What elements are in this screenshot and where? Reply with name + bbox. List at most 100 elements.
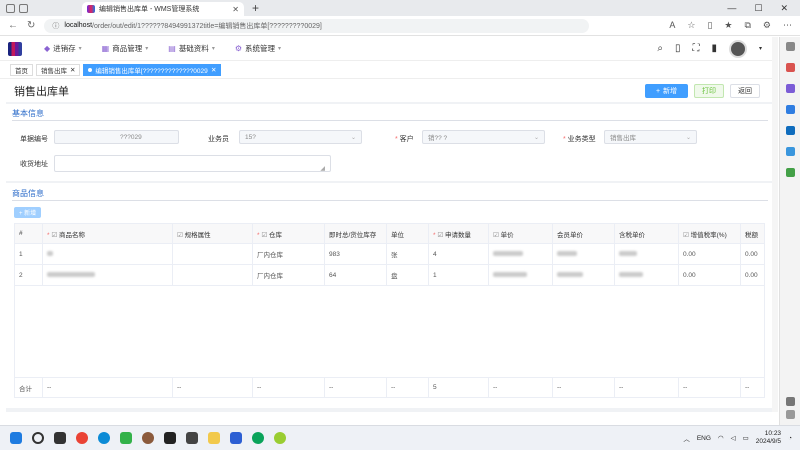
refresh-icon[interactable]: ↻: [27, 20, 35, 31]
tree-icon[interactable]: [785, 168, 795, 177]
clock[interactable]: 10:23 2024/9/5: [756, 430, 781, 446]
avatar[interactable]: [728, 39, 747, 58]
cell-price[interactable]: [488, 264, 553, 286]
new-tab-icon[interactable]: +: [252, 1, 259, 15]
fullscreen-icon[interactable]: ⛶: [692, 43, 699, 54]
cell-goods-name[interactable]: [42, 264, 173, 286]
cell-member-price: [552, 264, 615, 286]
volume-icon[interactable]: ◁: [731, 434, 736, 442]
cell-tax-rate[interactable]: 0.00: [678, 243, 741, 265]
url-field[interactable]: ⓘ localhost /order/out/edit/1??????84949…: [44, 18, 590, 33]
shopping-icon[interactable]: [785, 63, 795, 72]
browser-sidebar: [779, 37, 800, 425]
search-icon[interactable]: [785, 42, 795, 51]
sidebar-settings-icon[interactable]: [785, 410, 795, 419]
editor-icon[interactable]: [230, 432, 242, 444]
green-app-icon[interactable]: [274, 432, 286, 444]
cell-goods-name[interactable]: [42, 243, 173, 265]
notification-icon[interactable]: ◔: [788, 435, 792, 442]
menu-item-goods[interactable]: ▦ 商品管理 ▾: [92, 43, 159, 54]
profile-icon[interactable]: [6, 3, 15, 13]
chat-icon[interactable]: [252, 432, 264, 444]
office-icon[interactable]: [785, 147, 795, 156]
col-header[interactable]: * ☑ 仓库: [252, 223, 325, 244]
close-tab-icon[interactable]: ✕: [232, 5, 239, 14]
col-header[interactable]: * ☑ 申请数量: [428, 223, 489, 244]
close-icon[interactable]: ✕: [211, 66, 216, 74]
more-icon[interactable]: ⋯: [783, 20, 792, 31]
cell-warehouse[interactable]: 厂内仓库: [252, 243, 325, 265]
tag-edit-sales-out[interactable]: 编辑销售出库单[??????????????0029] ✕: [83, 64, 222, 76]
page-scrollbar[interactable]: [772, 37, 778, 412]
menu-item-basic-data[interactable]: ▤ 基础资料 ▾: [158, 43, 225, 54]
task-view-icon[interactable]: [54, 432, 66, 444]
cell-spec[interactable]: [172, 264, 253, 286]
lang-indicator[interactable]: ENG: [697, 435, 711, 442]
order-no-field[interactable]: ???029: [54, 130, 179, 144]
search-icon[interactable]: [32, 432, 44, 444]
games-icon[interactable]: [785, 105, 795, 114]
col-header[interactable]: * ☑ 商品名称: [42, 223, 173, 244]
tray-chevron-icon[interactable]: ︿: [683, 433, 690, 443]
outlook-icon[interactable]: [785, 126, 795, 135]
cell-spec[interactable]: [172, 243, 253, 265]
read-aloud-icon[interactable]: A: [669, 20, 675, 31]
tag-sales-out[interactable]: 销售出库 ✕: [36, 64, 81, 76]
col-header[interactable]: ☑ 单价: [488, 223, 553, 244]
maximize-button[interactable]: ☐: [754, 3, 762, 14]
edge-icon[interactable]: [98, 432, 110, 444]
resize-handle-icon[interactable]: ◢: [320, 165, 325, 172]
gear-icon: ⚙: [234, 44, 242, 53]
customer-select[interactable]: 销?? ? ⌄: [422, 130, 545, 144]
print-button[interactable]: 打印: [694, 84, 724, 98]
col-header[interactable]: ☑ 规格属性: [172, 223, 253, 244]
chevron-down-icon[interactable]: ▾: [759, 45, 762, 52]
table-row[interactable]: 1 厂内仓库 983 张 4 0.00 0.00: [14, 243, 765, 265]
hbuilder-icon[interactable]: [120, 432, 132, 444]
info-icon[interactable]: ⓘ: [52, 21, 59, 31]
split-screen-icon[interactable]: ▯: [707, 20, 712, 31]
extensions-icon[interactable]: ⚙: [763, 20, 771, 31]
order-no-label: 单据编号: [20, 136, 48, 143]
add-button[interactable]: + 新增: [645, 84, 688, 98]
browser-tab[interactable]: 编辑销售出库单 - WMS管理系统 ✕: [82, 2, 244, 16]
terminal-icon[interactable]: [164, 432, 176, 444]
col-header[interactable]: ☑ 增值税率(%): [678, 223, 741, 244]
tools-icon[interactable]: [785, 84, 795, 93]
folder-icon[interactable]: [208, 432, 220, 444]
back-icon[interactable]: ←: [8, 20, 18, 31]
cell-warehouse[interactable]: 厂内仓库: [252, 264, 325, 286]
menu-item-system[interactable]: ⚙ 系统管理 ▾: [225, 43, 291, 54]
chrome-icon[interactable]: [76, 432, 88, 444]
address-textarea[interactable]: ◢: [54, 155, 331, 172]
favorite-star-icon[interactable]: ☆: [687, 20, 695, 31]
active-dot-icon: [88, 68, 93, 72]
search-icon[interactable]: ⌕: [657, 43, 663, 54]
menu-item-inventory[interactable]: ◆ 进销存 ▾: [34, 43, 92, 54]
add-row-button[interactable]: + 新增: [14, 207, 42, 218]
wifi-icon[interactable]: ◠: [718, 434, 724, 442]
tag-home[interactable]: 首页: [10, 64, 33, 76]
table-row[interactable]: 2 厂内仓库 64 盘 1 0.00 0.00: [14, 264, 765, 286]
close-window-button[interactable]: ✕: [780, 3, 788, 14]
salesman-select[interactable]: 15? ⌄: [239, 130, 362, 144]
cell-qty[interactable]: 1: [428, 264, 489, 286]
close-icon[interactable]: ✕: [70, 66, 75, 74]
settings-icon[interactable]: ▮: [711, 43, 717, 54]
back-button[interactable]: 返回: [730, 84, 760, 98]
cell-qty[interactable]: 4: [428, 243, 489, 265]
tab-actions-icon[interactable]: [19, 3, 28, 13]
biz-type-select[interactable]: 销售出库 ⌄: [604, 130, 697, 144]
layout-icon[interactable]: ▯: [675, 43, 681, 54]
minimize-button[interactable]: —: [727, 3, 736, 14]
add-icon[interactable]: [785, 397, 795, 406]
cell-price[interactable]: [488, 243, 553, 265]
cell-tax-rate[interactable]: 0.00: [678, 264, 741, 286]
collections-icon[interactable]: ⧉: [744, 20, 750, 31]
battery-icon[interactable]: ▭: [743, 434, 749, 442]
browser-tab-title: 编辑销售出库单 - WMS管理系统: [99, 6, 200, 13]
app-icon[interactable]: [142, 432, 154, 444]
favorites-icon[interactable]: ★: [724, 20, 732, 31]
start-icon[interactable]: [10, 432, 22, 444]
cmd-icon[interactable]: [186, 432, 198, 444]
